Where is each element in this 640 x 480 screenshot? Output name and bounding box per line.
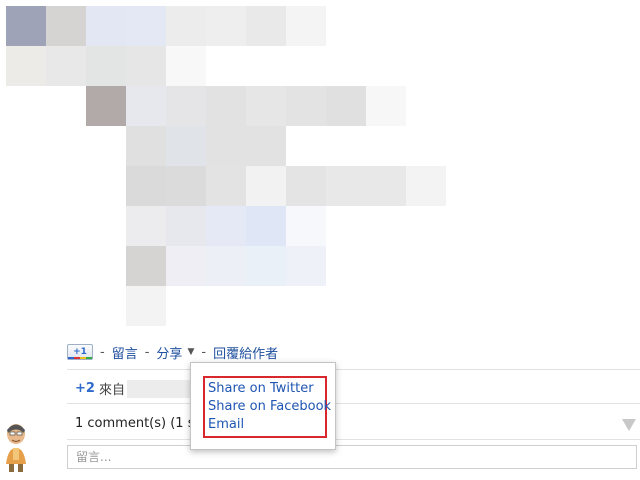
- plus-one-count[interactable]: +2: [75, 381, 95, 396]
- share-facebook-item[interactable]: Share on Facebook: [208, 398, 331, 416]
- plus-one-row: +2 來自: [75, 379, 207, 398]
- avatar: [6, 424, 26, 472]
- separator: -: [144, 344, 150, 360]
- share-options-list: Share on Twitter Share on Facebook Email: [208, 380, 331, 434]
- divider: [67, 403, 640, 404]
- share-link[interactable]: 分享: [156, 343, 182, 362]
- plus-one-button[interactable]: +1: [67, 344, 93, 360]
- collapse-arrow-icon[interactable]: [622, 419, 636, 431]
- reply-to-author-link[interactable]: 回覆給作者: [213, 343, 278, 362]
- divider: [67, 369, 640, 370]
- plus-one-color-bar: [68, 357, 92, 359]
- plus-one-from-label: 來自: [98, 383, 125, 398]
- comment-input[interactable]: [67, 445, 637, 469]
- share-twitter-item[interactable]: Share on Twitter: [208, 380, 331, 398]
- plus-one-label: +1: [73, 347, 87, 357]
- blurred-post-image: [0, 0, 640, 340]
- share-dropdown-menu: Share on Twitter Share on Facebook Email: [190, 362, 336, 450]
- separator: -: [100, 344, 105, 360]
- post-actions-bar: +1 - 留言 - 分享 ▼ - 回覆給作者: [67, 343, 278, 362]
- comment-link[interactable]: 留言: [112, 343, 138, 362]
- divider: [67, 439, 640, 440]
- chevron-down-icon[interactable]: ▼: [187, 347, 194, 357]
- share-email-item[interactable]: Email: [208, 416, 331, 434]
- comments-summary[interactable]: 1 comment(s) (1 sh: [75, 416, 203, 431]
- separator: -: [201, 344, 207, 360]
